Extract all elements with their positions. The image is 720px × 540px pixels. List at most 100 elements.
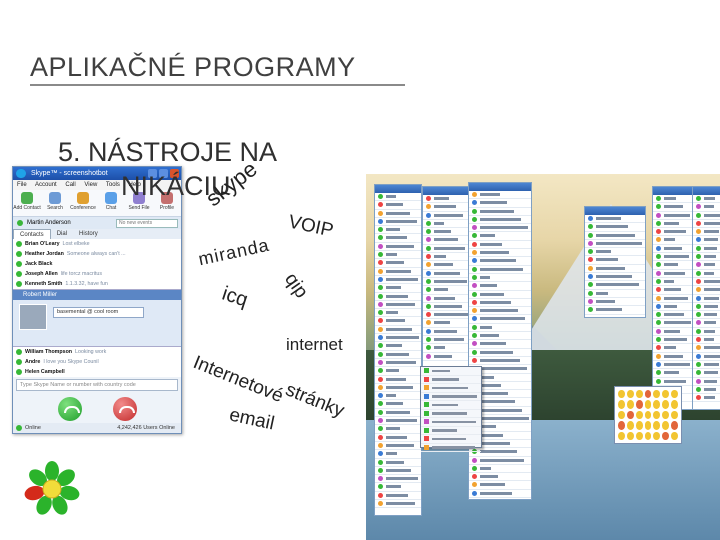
- list-item[interactable]: [469, 324, 531, 333]
- list-item[interactable]: William Thompson Looking work: [13, 347, 181, 357]
- smiley-icon[interactable]: [635, 421, 643, 430]
- list-item[interactable]: [375, 376, 421, 384]
- list-item[interactable]: [375, 259, 421, 268]
- list-item[interactable]: [653, 212, 693, 220]
- list-item[interactable]: [469, 274, 531, 283]
- list-item[interactable]: [469, 299, 531, 308]
- list-item[interactable]: [469, 208, 531, 216]
- list-item[interactable]: [375, 309, 421, 318]
- list-item[interactable]: [469, 332, 531, 341]
- list-item[interactable]: [585, 273, 645, 282]
- list-item[interactable]: [469, 291, 531, 299]
- list-item[interactable]: [693, 278, 720, 287]
- phone-call-icon[interactable]: [58, 397, 82, 421]
- list-item[interactable]: [375, 276, 421, 285]
- list-item[interactable]: [653, 295, 693, 303]
- smiley-icon[interactable]: [618, 390, 625, 399]
- list-item[interactable]: [375, 384, 421, 393]
- smiley-icon[interactable]: [644, 421, 652, 430]
- list-item[interactable]: [585, 306, 645, 315]
- smiley-icon[interactable]: [618, 431, 625, 440]
- list-item[interactable]: [423, 319, 471, 328]
- list-item[interactable]: [423, 353, 471, 361]
- list-item[interactable]: [375, 251, 421, 260]
- list-item[interactable]: [375, 210, 421, 218]
- list-item[interactable]: [423, 278, 471, 287]
- list-item[interactable]: [469, 349, 531, 357]
- list-item[interactable]: [693, 378, 720, 386]
- list-item[interactable]: [585, 223, 645, 232]
- smiley-icon[interactable]: [653, 431, 661, 440]
- smiley-icon[interactable]: [635, 390, 643, 399]
- smiley-icon[interactable]: [626, 431, 634, 440]
- smiley-icon[interactable]: [644, 410, 652, 420]
- list-item[interactable]: [653, 270, 693, 278]
- list-item[interactable]: [653, 245, 693, 254]
- list-item[interactable]: [423, 295, 471, 303]
- add-contact-button[interactable]: Add Contact: [13, 190, 41, 216]
- list-item[interactable]: [469, 216, 531, 225]
- smiley-icon[interactable]: [618, 410, 625, 420]
- list-item[interactable]: [653, 319, 693, 328]
- smiley-icon[interactable]: [653, 390, 661, 399]
- menu-item[interactable]: [421, 376, 481, 384]
- list-item[interactable]: [423, 261, 471, 270]
- list-item[interactable]: [693, 195, 720, 204]
- smiley-icon[interactable]: [644, 400, 652, 409]
- list-item[interactable]: [375, 351, 421, 359]
- smiley-icon[interactable]: [662, 400, 670, 409]
- smiley-icon[interactable]: [662, 390, 670, 399]
- list-item[interactable]: [469, 307, 531, 316]
- smiley-icon[interactable]: [644, 431, 652, 440]
- smiley-icon[interactable]: [671, 390, 678, 399]
- list-item[interactable]: [469, 481, 531, 490]
- list-item[interactable]: [653, 236, 693, 245]
- list-item[interactable]: [693, 319, 720, 328]
- smiley-icon[interactable]: [644, 390, 652, 399]
- list-item[interactable]: [375, 268, 421, 276]
- list-item[interactable]: [585, 240, 645, 249]
- list-item[interactable]: [375, 459, 421, 467]
- list-item[interactable]: [375, 392, 421, 401]
- list-item[interactable]: [375, 293, 421, 301]
- smiley-icon[interactable]: [626, 421, 634, 430]
- list-item[interactable]: [693, 212, 720, 220]
- smiley-icon[interactable]: [635, 410, 643, 420]
- list-item[interactable]: [585, 215, 645, 224]
- menu-item[interactable]: [421, 384, 481, 393]
- list-item[interactable]: [375, 483, 421, 492]
- list-item[interactable]: [653, 328, 693, 337]
- list-item[interactable]: [375, 367, 421, 376]
- list-item[interactable]: [653, 378, 693, 386]
- list-item[interactable]: [469, 232, 531, 241]
- list-item[interactable]: [693, 270, 720, 278]
- list-item[interactable]: [423, 286, 471, 295]
- tab-dial[interactable]: Dial: [51, 229, 73, 239]
- list-item[interactable]: [469, 315, 531, 324]
- menu-item[interactable]: [421, 435, 481, 444]
- list-item[interactable]: [469, 282, 531, 291]
- list-item[interactable]: [469, 241, 531, 250]
- list-item[interactable]: [469, 340, 531, 349]
- smiley-icon[interactable]: [662, 431, 670, 440]
- list-item[interactable]: [585, 298, 645, 307]
- list-item[interactable]: [653, 353, 693, 361]
- list-item[interactable]: [653, 336, 693, 345]
- list-item[interactable]: [693, 220, 720, 229]
- list-item[interactable]: Heather Jordan Someone always can't ...: [13, 249, 181, 259]
- menu-file[interactable]: File: [17, 182, 27, 188]
- list-item[interactable]: [375, 409, 421, 418]
- list-item[interactable]: [585, 265, 645, 274]
- events-field[interactable]: No new events: [116, 219, 178, 228]
- list-item[interactable]: Brian O'Leary Lost elbeke: [13, 239, 181, 249]
- menu-account[interactable]: Account: [35, 182, 57, 188]
- smiley-icon[interactable]: [671, 421, 678, 430]
- list-item[interactable]: [585, 256, 645, 265]
- list-item[interactable]: [693, 286, 720, 295]
- smiley-icon[interactable]: [662, 421, 670, 430]
- list-item[interactable]: [423, 270, 471, 278]
- smiley-icon[interactable]: [671, 410, 678, 420]
- list-item[interactable]: [693, 328, 720, 337]
- list-item[interactable]: [693, 344, 720, 353]
- list-item[interactable]: [375, 301, 421, 310]
